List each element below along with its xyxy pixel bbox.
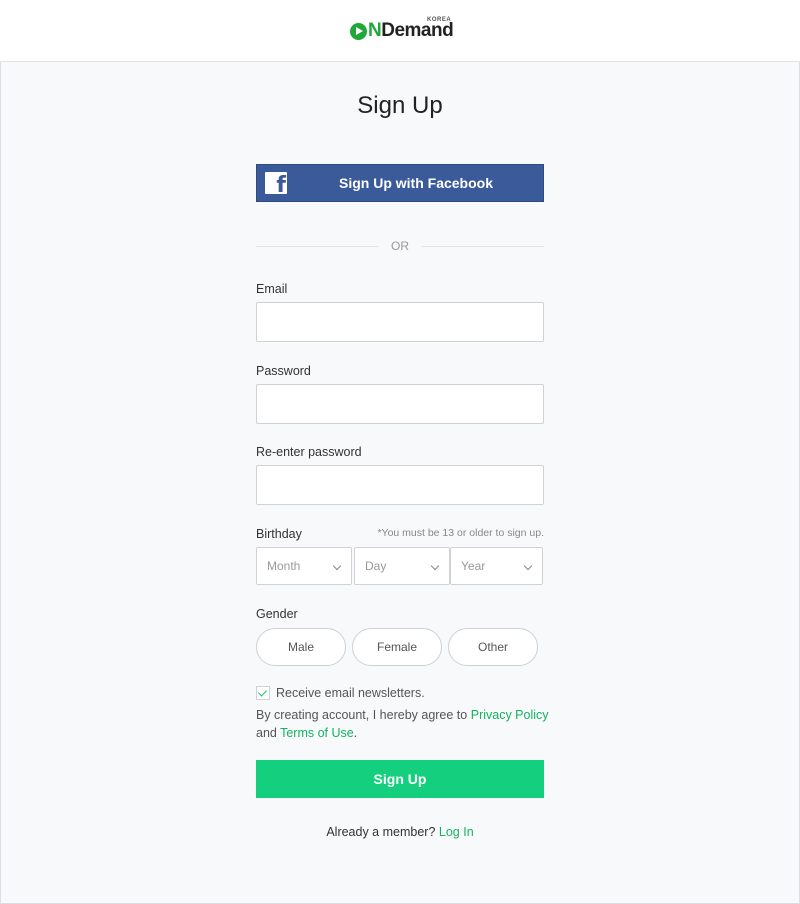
agreement-suffix: . [353, 726, 358, 740]
page-title: Sign Up [357, 92, 443, 119]
signup-button[interactable]: Sign Up [256, 760, 544, 798]
password-input[interactable] [256, 384, 544, 424]
reenter-password-label: Re-enter password [256, 445, 362, 459]
facebook-icon: f [265, 172, 287, 194]
password-label: Password [256, 364, 311, 378]
age-requirement-note: *You must be 13 or older to sign up. [377, 527, 544, 539]
email-label: Email [256, 282, 288, 296]
agreement-prefix: By creating account, I hereby agree to [256, 708, 468, 722]
birthday-label: Birthday [256, 527, 302, 541]
chevron-down-icon [523, 561, 533, 571]
gender-other-button[interactable]: Other [448, 628, 538, 666]
newsletter-checkbox[interactable] [256, 686, 270, 700]
logo-korea: KOREA [427, 17, 452, 23]
birth-day-select[interactable]: Day [354, 547, 450, 585]
top-bar: N Demand KOREA [0, 0, 800, 62]
logo-demand: Demand [381, 20, 454, 41]
agreement-text: By creating account, I hereby agree to P… [256, 706, 556, 742]
or-divider: OR [256, 238, 544, 254]
birth-year-select[interactable]: Year [450, 547, 543, 585]
chevron-down-icon [332, 561, 342, 571]
birth-day-value: Day [365, 559, 387, 573]
facebook-signup-label: Sign Up with Facebook [338, 175, 493, 191]
facebook-signup-button[interactable]: f Sign Up with Facebook [256, 164, 544, 202]
birth-month-select[interactable]: Month [256, 547, 352, 585]
login-link[interactable]: Log In [439, 825, 474, 839]
terms-of-use-link[interactable]: Terms of Use [280, 726, 354, 740]
newsletter-label: Receive email newsletters. [276, 686, 425, 700]
birth-month-value: Month [267, 559, 301, 573]
play-circle-icon [350, 22, 367, 40]
chevron-down-icon [430, 561, 440, 571]
already-member-text: Already a member? [326, 825, 436, 839]
ondemand-logo[interactable]: N Demand KOREA [350, 17, 454, 43]
already-member-row: Already a member? Log In [0, 825, 800, 839]
agreement-and: and [256, 726, 277, 740]
birth-year-value: Year [461, 559, 486, 573]
gender-female-button[interactable]: Female [352, 628, 442, 666]
divider-line-right [422, 246, 544, 247]
gender-male-button[interactable]: Male [256, 628, 346, 666]
logo-n: N [368, 20, 382, 41]
privacy-policy-link[interactable]: Privacy Policy [471, 708, 549, 722]
reenter-password-input[interactable] [256, 465, 544, 505]
gender-label: Gender [256, 607, 298, 621]
email-input[interactable] [256, 302, 544, 342]
